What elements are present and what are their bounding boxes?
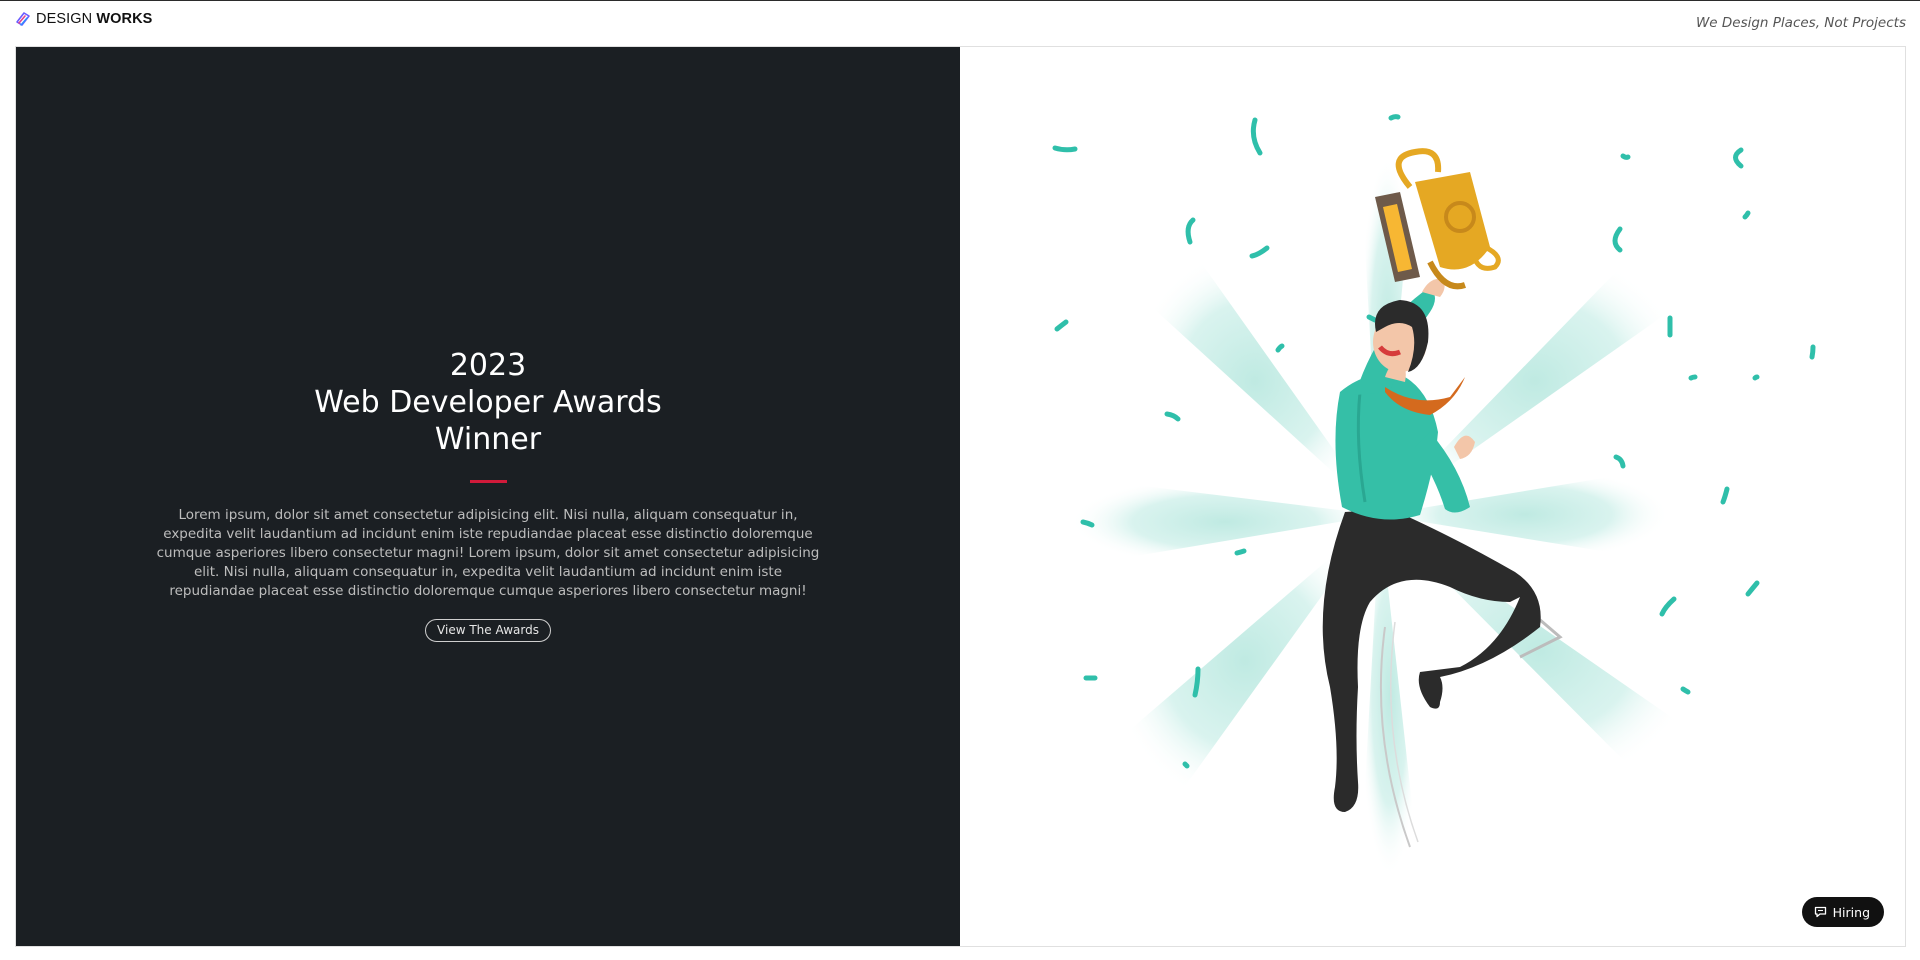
hero-frame: 2023 Web Developer Awards Winner Lorem i… [15, 46, 1906, 947]
illustration-panel: Hiring [960, 47, 1905, 946]
hiring-button[interactable]: Hiring [1801, 897, 1884, 927]
brand-name-light: DESIGN [36, 11, 97, 27]
hiring-label: Hiring [1832, 904, 1870, 920]
top-bar: DESIGN WORKS We Design Places, Not Proje… [0, 0, 1920, 44]
hero-title: 2023 Web Developer Awards Winner [16, 347, 960, 458]
hero-title-year: 2023 [449, 348, 527, 383]
chat-icon [1814, 906, 1826, 918]
celebrating-person [1322, 278, 1563, 848]
tagline: We Design Places, Not Projects [1695, 15, 1906, 31]
brand-name: DESIGN WORKS [36, 11, 152, 27]
hero-text-panel: 2023 Web Developer Awards Winner Lorem i… [16, 47, 960, 946]
hero-title-award: Web Developer Awards [314, 385, 662, 420]
brand-logo-link[interactable]: DESIGN WORKS [14, 10, 152, 28]
design-works-logo-icon [16, 12, 30, 26]
view-awards-button[interactable]: View The Awards [425, 619, 551, 642]
celebration-illustration [1052, 114, 1816, 877]
hero-description: Lorem ipsum, dolor sit amet consectetur … [156, 507, 820, 599]
hero-content: 2023 Web Developer Awards Winner Lorem i… [16, 347, 960, 642]
brand-name-bold: WORKS [96, 11, 153, 27]
title-divider [469, 480, 507, 483]
hero-title-winner: Winner [434, 422, 542, 457]
